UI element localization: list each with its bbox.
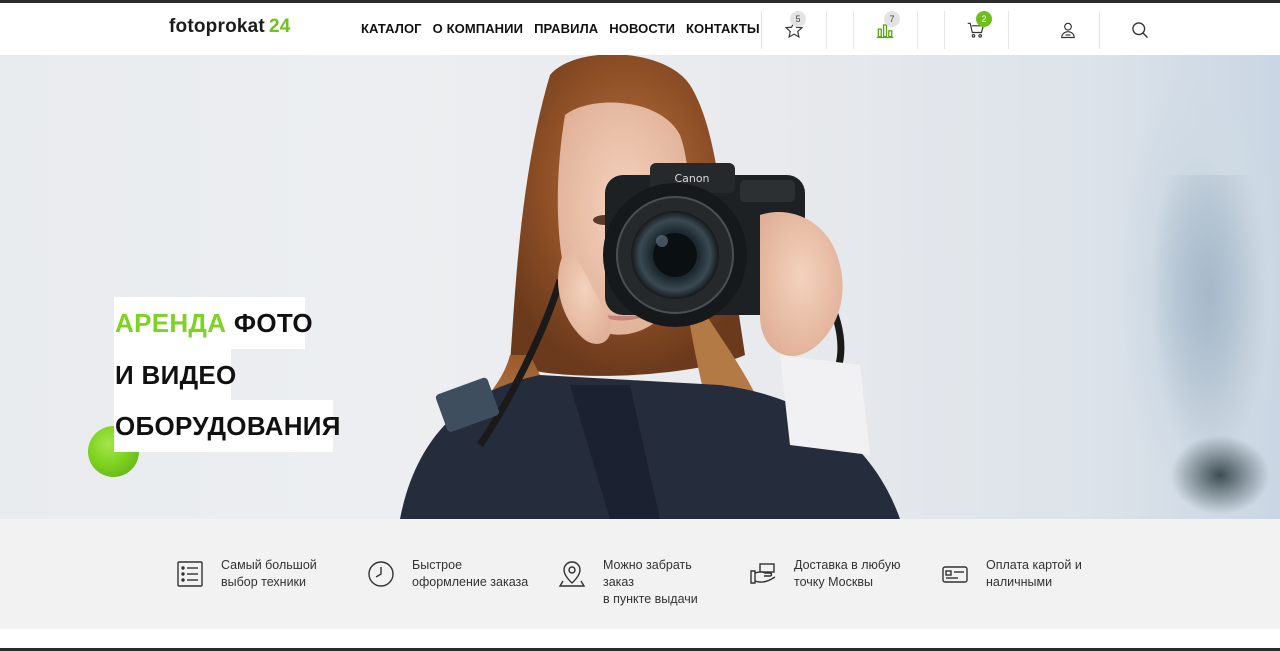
feature-item: Доставка в любую точку Москвы <box>748 557 914 591</box>
feature-line: Оплата картой и <box>986 558 1082 572</box>
feature-item: Самый большой выбор техники <box>175 557 341 591</box>
list-icon <box>177 561 203 587</box>
feature-text: Оплата картой и наличными <box>986 557 1106 591</box>
header-divider <box>1008 11 1009 49</box>
cart-button[interactable]: 2 <box>944 9 1008 51</box>
clock-icon <box>368 561 394 587</box>
map-pin-icon <box>558 561 586 587</box>
feature-item: Быстрое оформление заказа <box>366 557 532 591</box>
features-bar: Самый большой выбор техники Быстрое оформл… <box>0 519 1280 629</box>
logo-number: 24 <box>268 16 291 37</box>
feature-line: Быстрое <box>412 558 463 572</box>
favorites-button[interactable]: 5 <box>762 9 826 51</box>
background-blur <box>1150 175 1270 475</box>
credit-card-icon <box>942 566 968 583</box>
feature-line: Можно забрать заказ <box>603 558 692 589</box>
compare-count-badge: 7 <box>884 11 900 27</box>
nav-rules[interactable]: ПРАВИЛА <box>534 21 598 36</box>
feature-text: Можно забрать заказ в пункте выдачи <box>603 557 723 608</box>
header-divider <box>826 11 827 49</box>
user-icon <box>1061 22 1075 39</box>
feature-text: Быстрое оформление заказа <box>412 557 532 591</box>
feature-line: наличными <box>986 575 1053 589</box>
feature-line: выбор техники <box>221 575 307 589</box>
header-divider <box>917 11 918 49</box>
feature-line: в пункте выдачи <box>603 592 698 606</box>
feature-line: Доставка в любую <box>794 558 901 572</box>
feature-text: Доставка в любую точку Москвы <box>794 557 914 591</box>
nav-about[interactable]: О КОМПАНИИ <box>433 21 523 36</box>
favorites-count-badge: 5 <box>790 11 806 27</box>
headline-line-1: АРЕНДА ФОТО <box>114 297 313 349</box>
main-nav: КАТАЛОГ О КОМПАНИИ ПРАВИЛА НОВОСТИ КОНТА… <box>361 21 760 36</box>
background-blur <box>1170 435 1270 515</box>
feature-line: точку Москвы <box>794 575 873 589</box>
account-button[interactable] <box>1036 9 1100 51</box>
nav-news[interactable]: НОВОСТИ <box>609 21 675 36</box>
compare-button[interactable]: 7 <box>853 9 917 51</box>
headline-accent: АРЕНДА <box>115 308 227 338</box>
search-icon <box>1132 22 1148 38</box>
header-divider <box>1099 11 1100 49</box>
headline-line-2: И ВИДЕО <box>114 349 236 401</box>
svg-text:Canon: Canon <box>674 172 709 185</box>
nav-catalog[interactable]: КАТАЛОГ <box>361 21 422 36</box>
feature-line: оформление заказа <box>412 575 529 589</box>
headline-line-1-rest: ФОТО <box>226 308 313 338</box>
feature-text: Самый большой выбор техники <box>221 557 341 591</box>
search-button[interactable] <box>1108 9 1172 51</box>
site-header: fotoprokat 24 КАТАЛОГ О КОМПАНИИ ПРАВИЛА … <box>0 3 1280 55</box>
headline-line-3: ОБОРУДОВАНИЯ <box>114 400 340 452</box>
feature-line: Самый большой <box>221 558 317 572</box>
nav-contacts[interactable]: КОНТАКТЫ <box>686 21 760 36</box>
logo-name: fotoprokat <box>169 16 265 37</box>
site-logo[interactable]: fotoprokat 24 <box>169 16 290 38</box>
hero-photo-woman-with-camera: Canon <box>400 55 900 519</box>
feature-item: Можно забрать заказ в пункте выдачи <box>557 557 723 608</box>
feature-item: Оплата картой и наличными <box>940 557 1106 591</box>
cart-count-badge: 2 <box>976 11 992 27</box>
delivery-icon <box>750 563 776 584</box>
